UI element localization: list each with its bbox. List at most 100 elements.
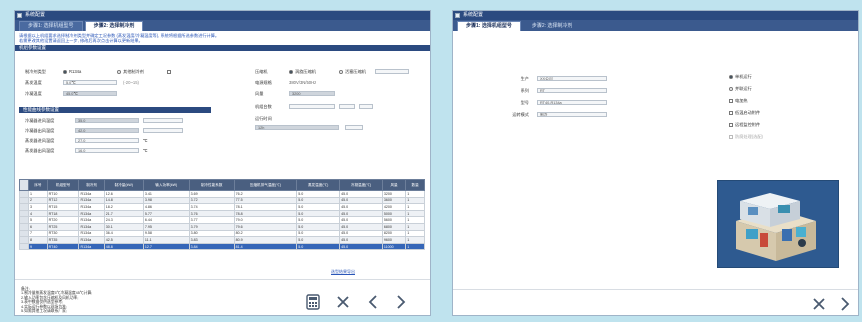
tab-step-2[interactable]: 步骤2: 选择制冷剂 [84, 21, 144, 31]
units-input-3[interactable] [359, 104, 373, 109]
calculator-button[interactable] [303, 292, 323, 312]
column-header[interactable]: 蒸发温度(℃) [296, 179, 341, 191]
row-header[interactable] [19, 229, 29, 238]
row-header[interactable] [19, 242, 29, 251]
column-header[interactable]: 制冷剂 [78, 179, 105, 191]
results-table: 序号 机组型号 制冷剂 制冷量(kW) 输入功率(kW) 制冷性能系数 压缩机排… [19, 179, 425, 251]
sub-field-2[interactable]: 42.0 [75, 128, 139, 133]
field-hint: (-20~15) [123, 80, 139, 85]
sub-field-4[interactable]: 16.0 [75, 148, 139, 153]
sub-field-3[interactable]: 27.0 [75, 138, 139, 143]
row-header[interactable] [19, 196, 29, 205]
row-header[interactable] [19, 236, 29, 244]
model-select[interactable]: RT40-R134a [537, 100, 607, 105]
tab-step-1[interactable]: 步骤1: 选择机组型号 [19, 21, 83, 31]
option-radio[interactable] [729, 74, 733, 79]
section-header-main: 机组参数设置 [15, 45, 430, 52]
radio-label: 其他制冷剂 [123, 68, 144, 74]
radio-label: 涡旋压缩机 [295, 68, 316, 74]
table-row[interactable]: 3 RT15 R134a 18.2 4.86 3.74 78.1 5.0 45.0 4200 1 [19, 203, 425, 211]
table-cell: 6800 [381, 222, 407, 231]
series-select[interactable]: RT [537, 88, 607, 93]
prev-button[interactable] [363, 292, 383, 312]
refrigerant-radio-2[interactable] [117, 69, 121, 74]
option-checkbox[interactable] [729, 122, 733, 127]
field-label: 运行时间 [255, 115, 272, 121]
option-checkbox[interactable] [729, 110, 733, 115]
table-cell: 80.9 [233, 236, 298, 244]
column-header[interactable]: 序号 [28, 179, 48, 191]
column-header[interactable]: 输入功率(kW) [142, 179, 190, 191]
config-window-right: 系统配置 步骤1: 选择机组型号 步骤2: 选择制冷剂 生产 XX公司 系列 R… [452, 10, 859, 316]
table-row[interactable]: 6 RT25 R134a 30.1 7.95 3.79 79.6 5.0 45.0 6800 1 [19, 222, 425, 231]
field-label: 蒸发温度 [25, 79, 42, 85]
table-row[interactable]: 1 RT10 R134a 12.6 3.41 3.69 76.2 5.0 45.0 3200 1 [19, 190, 425, 198]
airflow-select[interactable]: 3200 [289, 91, 335, 96]
cancel-button[interactable] [333, 292, 353, 312]
units-input[interactable] [289, 104, 335, 109]
notes-block: 备注: 1.制冷量按蒸发温度5℃冷凝温度45℃计算; 2.输入功率包含压缩机及风… [21, 287, 92, 313]
table-row[interactable]: 4 RT18 R134a 21.7 5.77 3.76 78.8 5.0 45.0 5000 1 [19, 209, 425, 218]
mode-select[interactable]: 制冷 [537, 112, 607, 117]
column-header[interactable]: 制冷性能系数 [188, 179, 235, 191]
app-icon [455, 13, 460, 18]
compressor-radio-2[interactable] [339, 69, 343, 74]
option-radio[interactable] [729, 86, 733, 91]
next-button[interactable] [391, 292, 411, 312]
chevron-left-icon [368, 295, 377, 309]
table-cell: R134a [78, 236, 105, 244]
compressor-radio-1[interactable] [289, 69, 293, 74]
maker-select[interactable]: XX公司 [537, 76, 607, 81]
evap-temp-input[interactable]: 5.0℃ [63, 80, 117, 85]
refrigerant-radio-1[interactable] [63, 69, 67, 74]
column-header[interactable]: 数量 [405, 179, 425, 191]
table-cell: 3.69 [188, 190, 235, 198]
runtime-input[interactable] [345, 125, 363, 130]
column-header[interactable]: 冷凝温度(℃) [339, 179, 383, 191]
tab-step-2[interactable]: 步骤2: 选择制冷剂 [523, 21, 582, 31]
cancel-button[interactable] [809, 294, 829, 314]
export-link[interactable]: 选型结果导出 [331, 269, 355, 275]
column-header[interactable]: 制冷量(kW) [103, 179, 144, 191]
table-cell: 9600 [381, 236, 407, 244]
sub-field-1b[interactable] [143, 118, 183, 123]
row-header[interactable] [19, 222, 29, 231]
compressor-select[interactable] [375, 69, 409, 74]
units-input-2[interactable] [339, 104, 355, 109]
info-text: 请根据以上机组要求选择制冷剂类型并确定工况参数 (蒸发温度/冷凝温度等), 系统… [15, 31, 430, 43]
table-row[interactable]: 8 RT35 R134a 42.5 11.1 3.83 80.9 5.0 45.0 9600 1 [19, 236, 425, 244]
field-row-runtime-label: 运行时间 [255, 115, 272, 122]
table-cell: RT12 [46, 196, 80, 205]
column-header[interactable]: 压缩机排气温度(℃) [233, 179, 298, 191]
cond-temp-select[interactable]: 45.0℃ [63, 91, 117, 96]
table-cell: 24.3 [103, 216, 144, 224]
option-checkbox[interactable] [729, 98, 733, 103]
table-row[interactable]: 5 RT20 R134a 24.3 6.44 3.77 79.0 5.0 45.0 5600 1 [19, 216, 425, 224]
tab-strip: 步骤1: 选择机组型号 步骤2: 选择制冷剂 [15, 20, 430, 31]
table-cell: R134a [78, 242, 105, 251]
column-header[interactable]: 风量 [381, 179, 407, 191]
row-header[interactable] [19, 216, 29, 224]
table-cell: R134a [78, 216, 105, 224]
table-body: 1 RT10 R134a 12.6 3.41 3.69 76.2 5.0 45.0 3200 1 2 R… [19, 190, 425, 251]
table-cell: 1 [405, 236, 425, 244]
table-row[interactable]: 9 RT40 R134a 48.8 12.7 3.84 81.4 5.0 45.0 11000 1 [19, 242, 425, 251]
row-header[interactable] [19, 190, 29, 198]
table-cell: 1 [405, 209, 425, 218]
next-button[interactable] [835, 294, 855, 314]
row-header[interactable] [19, 203, 29, 211]
sub-field-1[interactable]: 35.0 [75, 118, 139, 123]
section-header-sub: 性能曲线参数设置 [19, 107, 211, 113]
table-cell: RT10 [46, 190, 80, 198]
runtime-select[interactable]: 12h [255, 125, 339, 130]
table-cell: 9.58 [142, 229, 190, 238]
table-cell: 5.0 [296, 209, 341, 218]
sub-field-2b[interactable] [143, 128, 183, 133]
row-header[interactable] [19, 209, 29, 218]
table-row[interactable]: 2 RT12 R134a 14.8 3.98 3.72 77.5 5.0 45.0 3600 1 [19, 196, 425, 205]
table-cell: 1 [405, 190, 425, 198]
table-row[interactable]: 7 RT30 R134a 36.4 9.58 3.80 80.2 5.0 45.0 8200 1 [19, 229, 425, 238]
column-header[interactable]: 机组型号 [46, 179, 80, 191]
tab-step-1[interactable]: 步骤1: 选择机组型号 [457, 21, 521, 31]
refrigerant-checkbox[interactable] [167, 69, 171, 74]
